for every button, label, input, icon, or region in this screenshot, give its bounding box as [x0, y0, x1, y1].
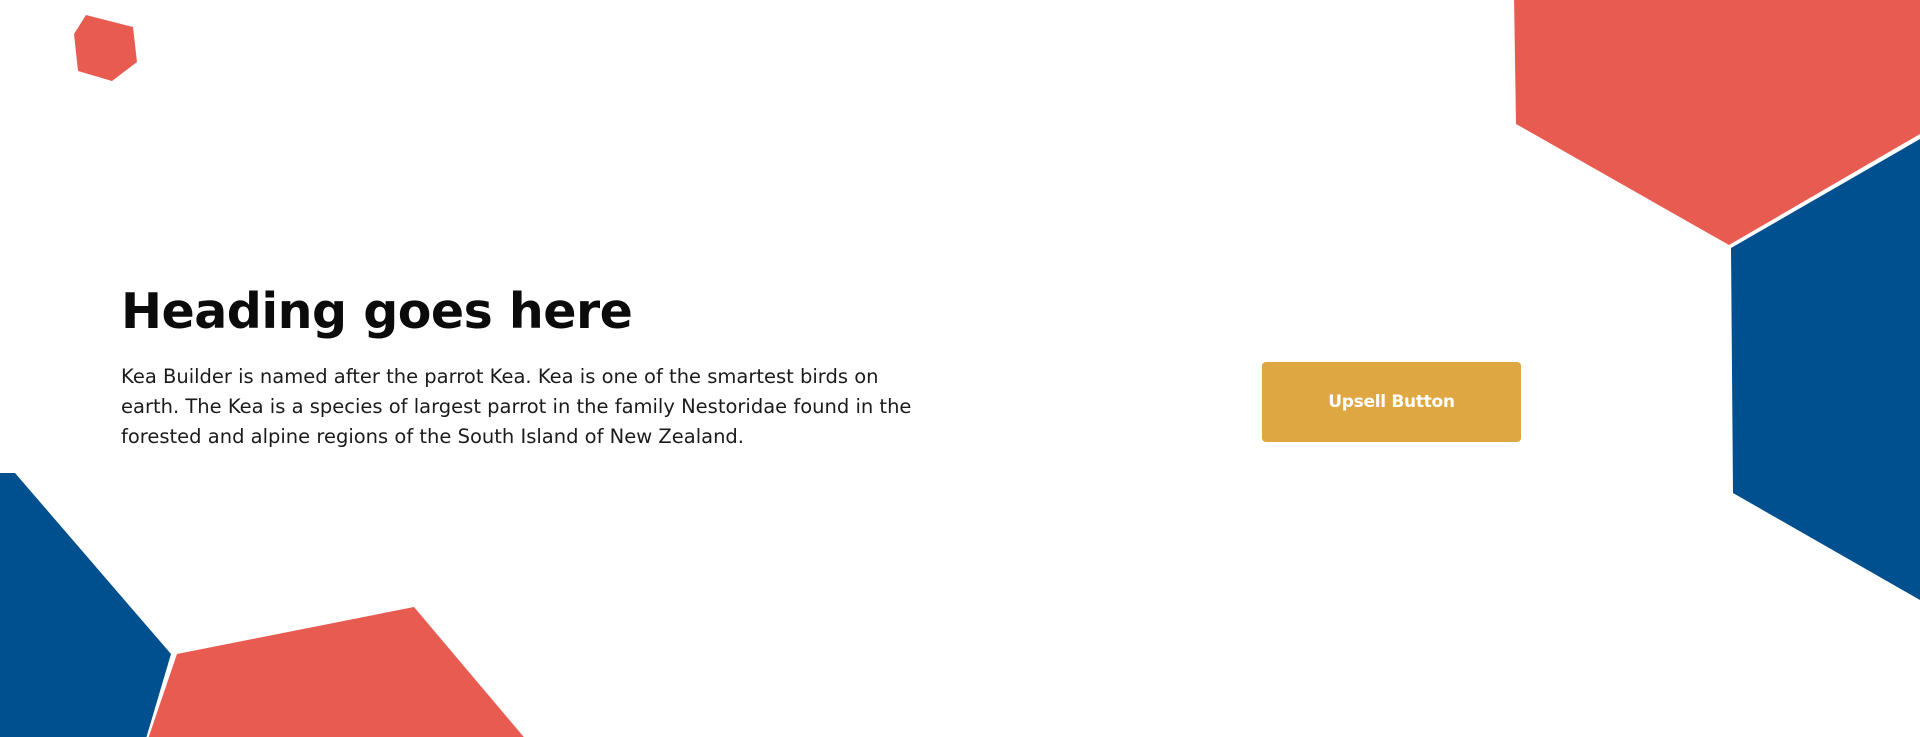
bottom-left-navy-hexagon [0, 473, 171, 737]
page: Heading goes here Kea Builder is named a… [0, 0, 1920, 737]
hero-description: Kea Builder is named after the parrot Ke… [121, 365, 912, 448]
small-coral-hexagon [74, 15, 137, 81]
hero-heading: Heading goes here [121, 283, 633, 340]
hero-content: Heading goes here Kea Builder is named a… [121, 282, 941, 452]
bottom-coral-hexagon [148, 607, 524, 737]
upsell-button[interactable]: Upsell Button [1262, 362, 1521, 442]
